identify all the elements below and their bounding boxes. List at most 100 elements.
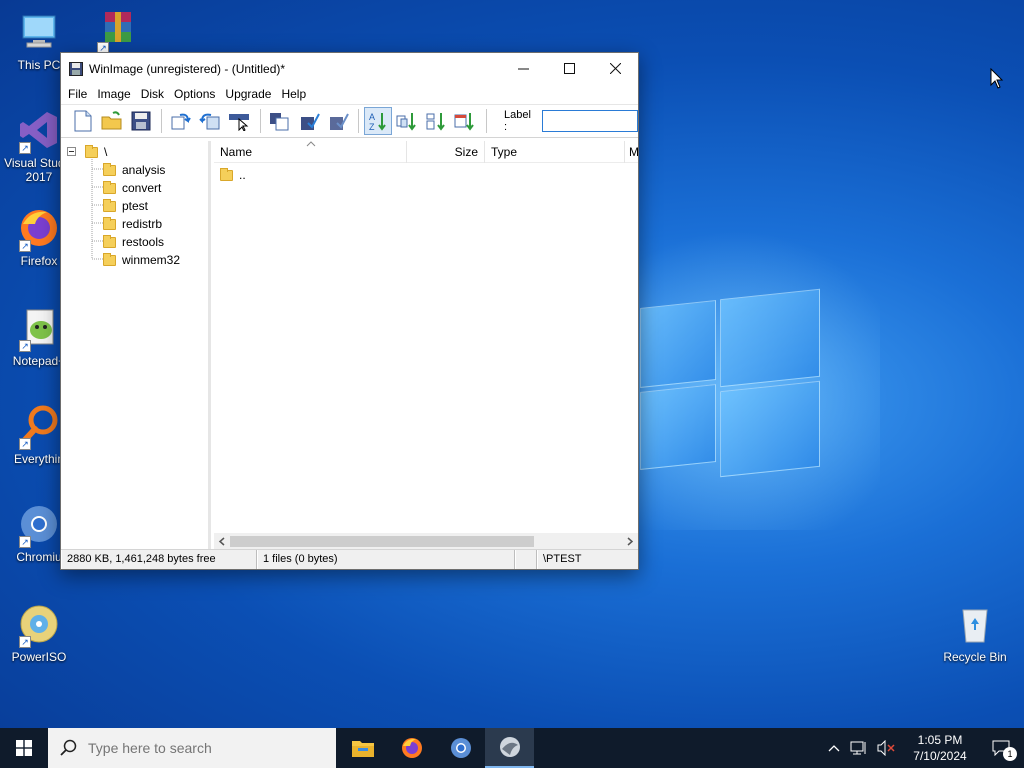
column-header-type[interactable]: Type	[485, 140, 625, 163]
sort-type-icon	[396, 113, 416, 131]
toolbar-separator	[161, 109, 163, 133]
sort-az-icon: AZ	[369, 112, 386, 132]
menu-upgrade[interactable]: Upgrade	[220, 87, 276, 101]
maximize-icon	[563, 63, 575, 74]
select-cursor-icon	[229, 114, 250, 131]
folder-icon	[103, 216, 116, 230]
open-button[interactable]	[98, 107, 125, 135]
extract-button[interactable]	[167, 107, 194, 135]
close-button[interactable]	[592, 53, 638, 84]
svg-text:A: A	[369, 112, 375, 122]
table-row[interactable]: ..	[220, 167, 246, 183]
status-path: \PTEST	[537, 550, 638, 569]
tree-item-analysis[interactable]: analysis	[103, 161, 165, 179]
chevron-up-icon[interactable]	[828, 744, 840, 752]
column-header-modified[interactable]: M	[625, 141, 638, 163]
scroll-left-icon[interactable]	[218, 537, 226, 546]
minimize-button[interactable]	[500, 53, 546, 84]
sort-by-type-button[interactable]	[394, 107, 421, 135]
volume-muted-icon[interactable]	[876, 740, 896, 756]
title-bar[interactable]: WinImage (unregistered) - (Untitled)*	[61, 53, 638, 84]
column-header-size[interactable]: Size	[407, 140, 485, 163]
firefox-icon	[401, 738, 422, 758]
inject-button[interactable]	[197, 107, 224, 135]
taskbar-clock[interactable]: 1:05 PM 7/10/2024	[902, 732, 978, 764]
folder-icon	[103, 234, 116, 248]
shortcut-arrow-icon: ↗	[19, 536, 31, 548]
taskbar-firefox[interactable]	[387, 728, 436, 768]
file-list: Name Size Type M ..	[214, 140, 638, 550]
search-input[interactable]	[88, 740, 318, 756]
clock-date: 7/10/2024	[913, 749, 967, 763]
file-explorer-icon	[351, 741, 374, 757]
menu-disk[interactable]: Disk	[136, 87, 169, 101]
write-disk-button[interactable]	[324, 107, 351, 135]
sort-by-name-button[interactable]: AZ	[364, 107, 392, 135]
desktop-icon-winrar[interactable]: ↗	[78, 8, 156, 56]
shortcut-arrow-icon: ↗	[19, 340, 31, 352]
system-tray: 1:05 PM 7/10/2024 1	[828, 728, 1024, 768]
scrollbar-thumb[interactable]	[230, 536, 534, 547]
tree-item-restools[interactable]: restools	[103, 233, 164, 251]
tree-item-label: convert	[122, 181, 162, 195]
menu-file[interactable]: File	[63, 87, 92, 101]
chromium-icon	[450, 738, 471, 758]
tree-item-redistrb[interactable]: redistrb	[103, 215, 162, 233]
menu-image[interactable]: Image	[92, 87, 135, 101]
winimage-window: WinImage (unregistered) - (Untitled)* Fi…	[60, 52, 639, 570]
tree-root-expander[interactable]	[61, 143, 83, 161]
scroll-right-icon[interactable]	[626, 537, 634, 546]
taskbar: 1:05 PM 7/10/2024 1	[0, 728, 1024, 768]
tree-item-convert[interactable]: convert	[103, 179, 161, 197]
mouse-cursor-icon	[990, 68, 1004, 89]
sort-by-date-button[interactable]	[452, 107, 479, 135]
maximize-button[interactable]	[546, 53, 592, 84]
menu-options[interactable]: Options	[169, 87, 220, 101]
toolbar-separator	[486, 109, 487, 133]
poweriso-disc-icon: ↗	[17, 602, 61, 648]
menu-help[interactable]: Help	[276, 87, 311, 101]
desktop-icon-poweriso[interactable]: ↗ PowerISO	[0, 602, 78, 664]
tree-item-winmem32[interactable]: winmem32	[103, 251, 180, 269]
action-center-button[interactable]: 1	[978, 728, 1024, 768]
start-button[interactable]	[0, 728, 48, 768]
select-button[interactable]	[226, 107, 253, 135]
winrar-icon: ↗	[95, 8, 139, 54]
sort-by-size-button[interactable]	[423, 107, 450, 135]
desktop-icon-label: Recycle Bin	[943, 650, 1007, 664]
chromium-icon: ↗	[17, 502, 61, 548]
tree-item-root[interactable]: \	[85, 143, 107, 161]
open-folder-icon	[101, 111, 122, 130]
toolbar-separator	[259, 109, 261, 133]
status-free-space: 2880 KB, 1,461,248 bytes free	[61, 550, 257, 569]
everything-search-icon: ↗	[17, 404, 61, 450]
network-icon[interactable]	[850, 740, 868, 756]
tree-item-ptest[interactable]: ptest	[103, 197, 148, 215]
label-caption: Label :	[503, 109, 531, 133]
toolbar-separator	[358, 109, 360, 133]
format-disk-icon	[300, 113, 320, 130]
folder-icon	[103, 252, 116, 266]
horizontal-scrollbar[interactable]	[214, 533, 638, 550]
status-file-count: 1 files (0 bytes)	[257, 550, 515, 569]
format-disk-button[interactable]	[295, 107, 322, 135]
copy-disk-button[interactable]	[266, 107, 293, 135]
menu-bar: File Image Disk Options Upgrade Help	[61, 84, 638, 104]
save-button[interactable]	[127, 107, 154, 135]
shortcut-arrow-icon: ↗	[19, 438, 31, 450]
taskbar-chromium[interactable]	[436, 728, 485, 768]
desktop-icon-label: PowerISO	[11, 650, 67, 664]
toolbar: AZ Label :	[61, 104, 638, 138]
folder-icon	[85, 144, 98, 158]
taskbar-winimage[interactable]	[485, 728, 534, 768]
new-image-button[interactable]	[69, 107, 96, 135]
taskbar-file-explorer[interactable]	[338, 728, 387, 768]
window-title: WinImage (unregistered) - (Untitled)*	[89, 61, 286, 76]
desktop-icon-recycle-bin[interactable]: Recycle Bin	[936, 602, 1014, 664]
label-input[interactable]	[542, 110, 638, 132]
folder-up-icon	[220, 167, 233, 181]
clock-time: 1:05 PM	[917, 733, 963, 747]
tree-item-label: redistrb	[122, 217, 163, 231]
taskbar-search-box[interactable]	[48, 728, 336, 768]
inject-icon	[199, 113, 220, 130]
